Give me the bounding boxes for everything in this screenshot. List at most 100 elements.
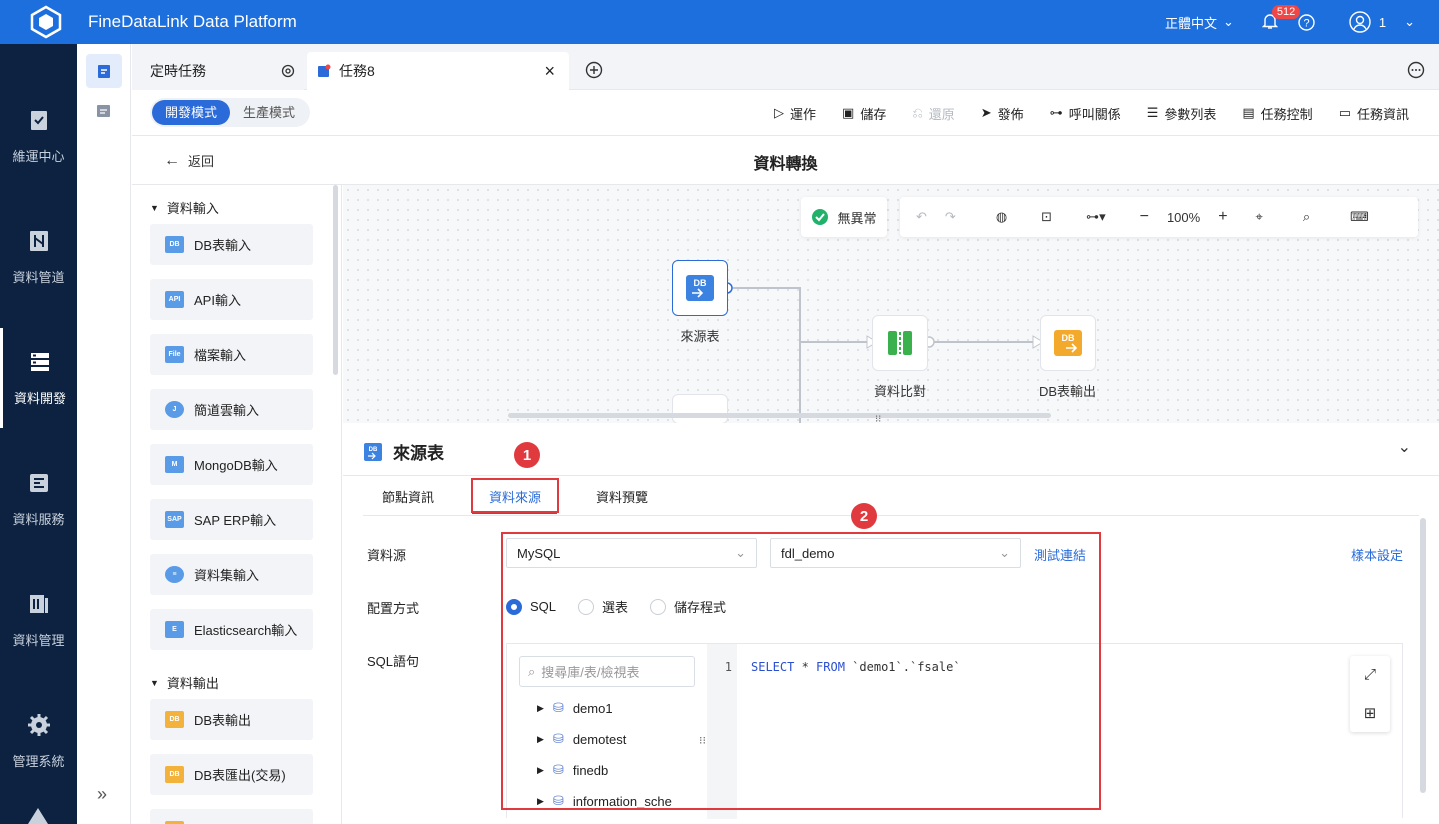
task-control-button[interactable]: ▤ 任務控制 [1242,104,1312,123]
dataset-icon: ≡ [165,566,184,583]
language-label: 正體中文 [1164,15,1217,31]
palette-item[interactable]: ≡ 資料集輸入 [150,554,313,595]
relation-icon: ⊶ [1049,105,1063,120]
format-icon[interactable]: ⊞ [1364,704,1377,722]
canvas-scrollbar[interactable] [508,413,1051,418]
palette-item[interactable]: SAP SAP ERP輸入 [150,499,313,540]
palette-group-output[interactable]: ▼ 資料輸出 [150,673,219,692]
node-source-table[interactable]: DB 來源表 [672,260,728,345]
palette-item[interactable]: E Elasticsearch輸入 [150,609,313,650]
save-button[interactable]: ▣ 儲存 [842,104,886,123]
operator-palette: ▼ 資料輸入 DB DB表輸入 API API輸入 File 檔案輸入 J 簡道雲輸入 M… [132,185,342,824]
publish-button[interactable]: ➤ 發佈 [981,104,1024,123]
annotation-box-1 [471,478,559,513]
nav-item-manage[interactable]: 資料管理 [0,570,77,670]
expand-sidebar-icon[interactable]: » [97,784,107,805]
tab-task8[interactable]: 任務8 × [307,52,569,90]
task-info-button[interactable]: ▭ 任務資訊 [1339,104,1409,123]
palette-item[interactable] [150,809,313,824]
nav-item-system[interactable]: 管理系統 [0,691,77,791]
annotation-marker-2: 2 [851,503,877,529]
expand-icon[interactable]: ⤢ [1364,666,1376,683]
node-db-output[interactable]: DB DB表輸出 [1039,315,1096,400]
gear-icon[interactable] [280,63,296,79]
user-menu[interactable]: 1 ⌄ [1349,11,1415,33]
nav-item-ops[interactable]: 維運中心 [0,86,77,186]
call-relation-button[interactable]: ⊶ 呼叫關係 [1050,104,1121,123]
language-selector[interactable]: 正體中文 ⌄ [1165,13,1234,32]
publish-label: 發佈 [997,106,1024,122]
tab-scheduled[interactable]: 定時任務 [132,52,304,90]
add-tab-icon[interactable] [585,61,603,79]
more-icon[interactable] [1407,61,1425,79]
elasticsearch-icon: E [165,621,184,638]
svg-text:?: ? [1303,17,1309,29]
panel-scrollbar[interactable] [1420,518,1426,793]
service-icon [29,473,48,492]
param-list-button[interactable]: ☰ 參數列表 [1147,104,1217,123]
nav-label: 維運中心 [12,148,65,164]
node-label: 來源表 [680,329,720,344]
task-list-button[interactable] [86,54,122,88]
pipeline-icon [29,230,48,251]
tab-label: 定時任務 [150,63,206,79]
db-input-icon: DB [364,442,382,461]
clipboard-check-icon [30,110,47,130]
node-label: DB表輸出 [1039,384,1097,399]
task-icon [318,64,331,77]
tab-node-info[interactable]: 節點資訊 [382,487,434,506]
nav-item-dev[interactable]: 資料開發 [0,328,77,428]
call-label: 呼叫關係 [1068,106,1121,122]
item-label: 簡道雲輸入 [194,403,260,418]
help-icon[interactable]: ? [1298,13,1315,31]
notification-button[interactable]: 512 [1261,5,1301,31]
logo-icon [24,0,68,44]
annotation-marker-1: 1 [514,442,540,468]
send-icon: ➤ [980,105,992,120]
resize-handle-icon[interactable]: ⁝⁝ [875,414,881,423]
app-title: FineDataLink Data Platform [88,12,297,31]
tab-data-preview[interactable]: 資料預覽 [596,487,648,506]
svg-text:DB: DB [1061,333,1074,343]
node-box: DB [1039,315,1096,371]
dev-icon [31,352,49,371]
page-title: 資料轉換 [753,156,818,173]
item-label: Elasticsearch輸入 [194,623,298,638]
nav-item-pipeline[interactable]: 資料管道 [0,207,77,307]
item-label: 資料集輸入 [194,568,260,583]
resource-button[interactable] [96,103,111,121]
node-partial[interactable] [672,394,728,423]
caret-down-icon: ▼ [150,677,159,688]
palette-scrollbar[interactable] [333,185,338,375]
close-icon[interactable]: × [544,61,555,82]
dev-mode-button[interactable]: 開發模式 [152,100,231,125]
flow-canvas[interactable]: 無異常 ↶ ↷ ◍ ⊡ ⊶▾ − 100% + ⌖ ⌕ ⌨ DB 來源表 資料比… [343,185,1439,423]
restore-button[interactable]: ⎌ 還原 [912,104,954,123]
sap-icon: SAP [165,511,184,528]
sample-settings-link[interactable]: 樣本設定 [1351,545,1403,564]
group-label: 資料輸出 [166,676,219,691]
palette-group-input[interactable]: ▼ 資料輸入 [150,198,219,217]
palette-item[interactable]: API API輸入 [150,279,313,320]
palette-item[interactable]: DB DB表匯出(交易) [150,754,313,795]
prod-mode-button[interactable]: 生產模式 [230,100,308,125]
palette-item[interactable]: DB DB表輸入 [150,224,313,265]
palette-item[interactable]: M MongoDB輸入 [150,444,313,485]
run-label: 運作 [790,106,817,122]
mongodb-icon: M [165,456,184,473]
tab-label: 任務8 [339,63,375,79]
item-label: DB表匯出(交易) [194,768,286,783]
db-input-icon: DB [686,275,714,301]
item-label: SAP ERP輸入 [194,513,277,528]
collapse-icon[interactable]: ⌄ [1398,437,1411,457]
notification-badge: 512 [1271,5,1301,19]
play-icon: ▷ [774,105,785,120]
control-label: 任務控制 [1260,106,1313,122]
run-button[interactable]: ▷ 運作 [774,104,816,123]
palette-item[interactable]: DB DB表輸出 [150,699,313,740]
palette-item[interactable]: J 簡道雲輸入 [150,389,313,430]
palette-item[interactable]: File 檔案輸入 [150,334,313,375]
db-export-icon: DB [165,766,184,783]
node-data-compare[interactable]: 資料比對 [872,315,928,400]
nav-item-service[interactable]: 資料服務 [0,449,77,549]
